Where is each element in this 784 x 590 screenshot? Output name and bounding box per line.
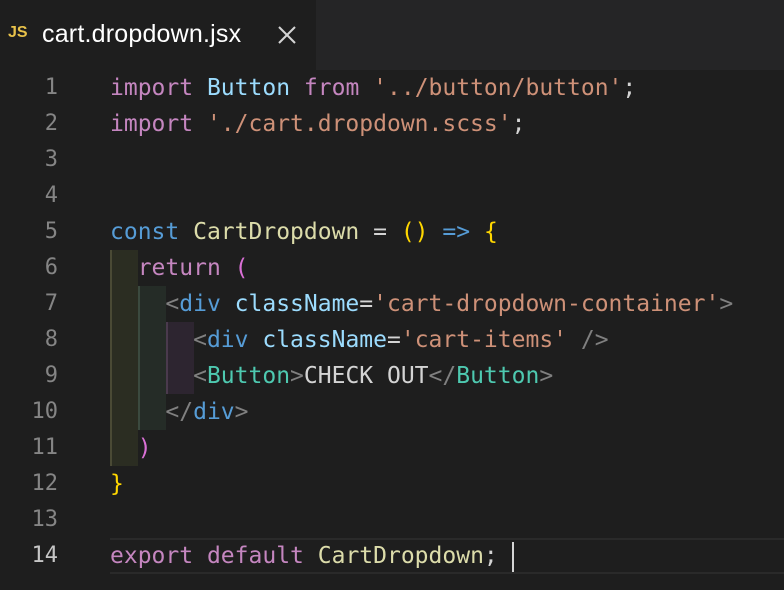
line-number: 3: [44, 147, 58, 172]
code-token: =: [359, 219, 401, 245]
code-area[interactable]: import Button from '../button/button'; im…: [110, 70, 784, 590]
code-token: div: [193, 399, 235, 425]
code-token: div: [206, 327, 249, 353]
code-token: <: [193, 363, 207, 389]
code-token: CartDropdown: [193, 219, 360, 245]
close-icon[interactable]: [274, 22, 300, 48]
code-token: (: [234, 255, 249, 281]
code-line: return (: [110, 250, 249, 286]
code-token: </: [428, 363, 457, 389]
line-number: 6: [44, 255, 58, 280]
code-token: import: [110, 111, 194, 137]
code-token: >: [290, 363, 304, 389]
code-line: </div>: [110, 394, 249, 430]
code-token: ;: [622, 75, 637, 101]
code-token: =>: [442, 219, 471, 245]
line-number: 4: [44, 183, 58, 208]
code-token: =: [359, 291, 374, 317]
code-line: <Button>CHECK OUT</Button>: [110, 358, 553, 394]
line-number: 11: [31, 435, 59, 460]
line-number: 9: [44, 363, 58, 388]
code-token: {: [483, 219, 498, 245]
code-token: CHECK OUT: [303, 363, 429, 389]
code-line: ): [110, 430, 152, 466]
code-line: import './cart.dropdown.scss';: [110, 106, 525, 142]
line-number: 12: [31, 471, 59, 496]
code-token: >: [719, 291, 734, 317]
line-number: 13: [31, 507, 59, 532]
code-token: className: [262, 327, 387, 353]
code-token: export: [110, 543, 194, 569]
code-token: '../button/button': [373, 75, 623, 101]
code-token: CartDropdown: [317, 543, 484, 569]
code-token: >: [234, 399, 249, 425]
line-number: 8: [44, 327, 58, 352]
code-token: import: [110, 75, 194, 101]
code-token: default: [206, 543, 304, 569]
js-file-icon: JS: [8, 24, 28, 41]
line-number: 10: [31, 399, 59, 424]
code-token: =: [386, 327, 401, 353]
tab-bar: JS cart.dropdown.jsx: [0, 0, 784, 70]
tab-title: cart.dropdown.jsx: [42, 20, 242, 48]
line-number-gutter: 1 2 3 4 5 6 7 8 9 10 11 12 13 14: [0, 70, 100, 590]
code-token: Button: [206, 363, 291, 389]
code-line: }: [110, 466, 124, 502]
line-number: 2: [44, 111, 58, 136]
code-token: ): [137, 435, 152, 461]
line-number: 7: [44, 291, 58, 316]
code-token: >: [539, 363, 554, 389]
code-line: import Button from '../button/button';: [110, 70, 636, 106]
code-token: }: [110, 471, 124, 497]
tab-cart-dropdown[interactable]: JS cart.dropdown.jsx: [0, 0, 316, 70]
code-token: from: [303, 75, 360, 101]
code-line: const CartDropdown = () => {: [110, 214, 498, 250]
code-token: './cart.dropdown.scss': [206, 111, 512, 137]
code-token: 'cart-items': [400, 327, 568, 353]
line-number: 1: [44, 75, 58, 100]
code-editor[interactable]: 1 2 3 4 5 6 7 8 9 10 11 12 13 14 import Button from '…: [0, 70, 784, 590]
code-token: Button: [206, 75, 291, 101]
text-cursor: [512, 542, 514, 572]
line-number: 5: [44, 219, 58, 244]
code-token: ;: [483, 543, 498, 569]
code-token: (): [400, 219, 429, 245]
code-token: div: [179, 291, 221, 317]
code-token: const: [110, 219, 180, 245]
code-token: return: [137, 255, 221, 281]
code-token: Button: [456, 363, 540, 389]
line-number: 14: [31, 543, 59, 568]
code-token: </: [165, 399, 194, 425]
code-token: <: [165, 291, 180, 317]
code-token: ;: [511, 111, 526, 137]
code-line: <div className='cart-items' />: [110, 322, 609, 358]
code-line: <div className='cart-dropdown-container'…: [110, 286, 733, 322]
code-token: 'cart-dropdown-container': [373, 291, 720, 317]
code-line: export default CartDropdown;: [110, 538, 498, 574]
code-token: <: [193, 327, 207, 353]
code-token: />: [580, 327, 609, 353]
code-token: className: [234, 291, 360, 317]
